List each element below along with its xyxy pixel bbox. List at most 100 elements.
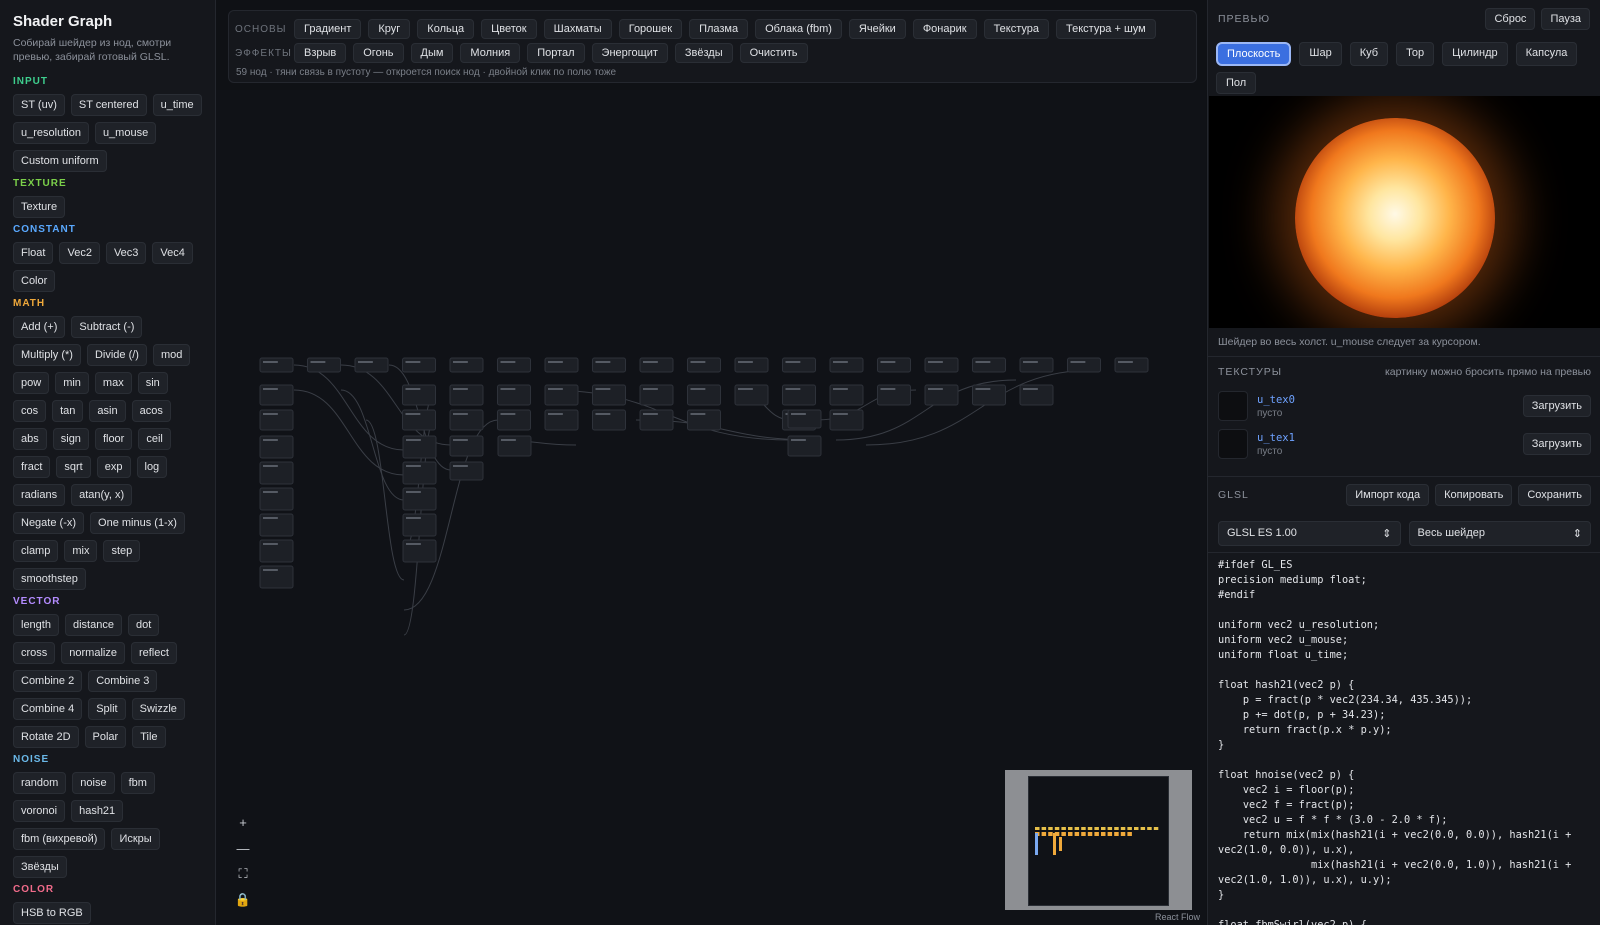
node-chip-multiply[interactable]: Multiply (*) — [13, 344, 81, 366]
node-chip-distance[interactable]: distance — [64, 614, 122, 636]
node-chip-fbm[interactable]: fbm — [120, 772, 155, 794]
node-chip-st-centered[interactable]: ST centered — [70, 94, 147, 116]
zoom-in-button[interactable]: + — [231, 812, 255, 832]
graph-node[interactable] — [592, 357, 626, 373]
graph-node[interactable] — [544, 357, 579, 373]
preset-button[interactable]: Кольца — [417, 19, 475, 39]
import-code-button[interactable]: Импорт кода — [1346, 484, 1430, 506]
graph-node[interactable] — [259, 357, 294, 373]
graph-node[interactable] — [639, 357, 674, 373]
shape-tab[interactable]: Капсула — [1515, 42, 1578, 66]
graph-node[interactable] — [1067, 357, 1101, 373]
node-chip-combine-2[interactable]: Combine 2 — [13, 670, 83, 692]
node-chip-u-mouse[interactable]: u_mouse — [94, 122, 157, 144]
glsl-version-select[interactable]: GLSL ES 1.00 ⇕ — [1218, 521, 1401, 546]
graph-node[interactable] — [354, 357, 389, 373]
upload-button[interactable]: Загрузить — [1522, 433, 1591, 455]
node-chip-max[interactable]: max — [94, 372, 132, 394]
node-chip-asin[interactable]: asin — [89, 400, 126, 422]
node-chip-u-time[interactable]: u_time — [152, 94, 202, 116]
node-chip-cos[interactable]: cos — [13, 400, 47, 422]
effect-button[interactable]: Молния — [460, 43, 521, 63]
texture-thumbnail[interactable] — [1218, 429, 1248, 459]
node-chip-sin[interactable]: sin — [137, 372, 168, 394]
node-chip-divide[interactable]: Divide (/) — [86, 344, 147, 366]
clear-button[interactable]: Очистить — [739, 43, 808, 63]
graph-node[interactable] — [449, 461, 484, 481]
node-chip-noise[interactable]: noise — [72, 772, 115, 794]
node-chip-min[interactable]: min — [55, 372, 89, 394]
shader-preview[interactable] — [1209, 96, 1600, 328]
node-chip-texture[interactable]: Texture — [13, 196, 66, 218]
upload-button[interactable]: Загрузить — [1522, 395, 1591, 417]
glsl-scope-select[interactable]: Весь шейдер ⇕ — [1408, 521, 1591, 546]
graph-node[interactable] — [687, 357, 721, 373]
node-chip-fract[interactable]: fract — [13, 456, 51, 478]
react-flow-attribution[interactable]: React Flow — [1155, 912, 1200, 922]
copy-button[interactable]: Копировать — [1435, 484, 1513, 506]
shape-tab[interactable]: Пол — [1216, 72, 1257, 94]
texture-thumbnail[interactable] — [1218, 391, 1248, 421]
effect-button[interactable]: Портал — [527, 43, 585, 63]
graph-edge[interactable] — [293, 364, 405, 451]
node-chip-acos[interactable]: acos — [131, 400, 171, 422]
node-chip-combine-3[interactable]: Combine 3 — [88, 670, 158, 692]
node-chip-combine-4[interactable]: Combine 4 — [13, 698, 83, 720]
node-chip-st-uv[interactable]: ST (uv) — [13, 94, 65, 116]
node-chip-swizzle[interactable]: Swizzle — [131, 698, 185, 720]
node-chip-pow[interactable]: pow — [13, 372, 50, 394]
node-chip-atan-y-x[interactable]: atan(y, x) — [71, 484, 133, 506]
node-chip-subtract[interactable]: Subtract (-) — [71, 316, 143, 338]
node-chip-hsb-to-rgb[interactable]: HSB to RGB — [13, 902, 91, 924]
effect-button[interactable]: Огонь — [353, 43, 404, 63]
preset-button[interactable]: Ячейки — [848, 19, 906, 39]
node-chip-reflect[interactable]: reflect — [130, 642, 177, 664]
preset-button[interactable]: Горошек — [618, 19, 683, 39]
graph-node[interactable] — [1114, 357, 1149, 373]
graph-node[interactable] — [787, 409, 822, 429]
graph-node[interactable] — [449, 357, 484, 373]
graph-node[interactable] — [734, 357, 769, 373]
node-chip-polar[interactable]: Polar — [84, 726, 127, 748]
preset-button[interactable]: Цветок — [481, 19, 537, 39]
graph-node[interactable] — [782, 357, 816, 373]
effect-button[interactable]: Взрыв — [294, 43, 347, 63]
shape-tab[interactable]: Куб — [1349, 42, 1389, 66]
node-chip-vec4[interactable]: Vec4 — [152, 242, 193, 264]
node-chip-abs[interactable]: abs — [13, 428, 47, 450]
node-chip-normalize[interactable]: normalize — [61, 642, 125, 664]
node-chip-random[interactable]: random — [13, 772, 67, 794]
preset-button[interactable]: Шахматы — [543, 19, 612, 39]
node-chip-rotate-2d[interactable]: Rotate 2D — [13, 726, 79, 748]
node-chip-tile[interactable]: Tile — [132, 726, 166, 748]
glsl-code-view[interactable]: #ifdef GL_ES precision mediump float; #e… — [1208, 552, 1600, 925]
graph-edge[interactable] — [340, 389, 405, 501]
node-chip-fbm-вихревой[interactable]: fbm (вихревой) — [13, 828, 106, 850]
effect-button[interactable]: Дым — [410, 43, 454, 63]
graph-node[interactable] — [972, 357, 1006, 373]
node-chip-sign[interactable]: sign — [52, 428, 89, 450]
glsl-code[interactable]: #ifdef GL_ES precision mediump float; #e… — [1218, 553, 1591, 925]
preset-button[interactable]: Текстура + шум — [1056, 19, 1156, 39]
node-chip-voronoi[interactable]: voronoi — [13, 800, 66, 822]
node-chip-mix[interactable]: mix — [64, 540, 98, 562]
graph-node[interactable] — [877, 357, 911, 373]
effect-button[interactable]: Звёзды — [674, 43, 733, 63]
node-chip-mod[interactable]: mod — [152, 344, 191, 366]
pause-button[interactable]: Пауза — [1541, 8, 1590, 30]
preset-button[interactable]: Плазма — [689, 19, 749, 39]
graph-edge[interactable] — [293, 389, 405, 476]
node-chip-vec3[interactable]: Vec3 — [105, 242, 147, 264]
reset-button[interactable]: Сброс — [1485, 8, 1536, 30]
fit-view-button[interactable]: ⛶ — [231, 864, 255, 884]
node-chip-dot[interactable]: dot — [127, 614, 160, 636]
node-chip-clamp[interactable]: clamp — [13, 540, 59, 562]
node-chip-length[interactable]: length — [13, 614, 59, 636]
preset-button[interactable]: Круг — [368, 19, 411, 39]
node-chip-step[interactable]: step — [103, 540, 141, 562]
node-chip-float[interactable]: Float — [13, 242, 54, 264]
preset-button[interactable]: Текстура — [983, 19, 1049, 39]
node-chip-custom-uniform[interactable]: Custom uniform — [13, 150, 107, 172]
node-chip-ceil[interactable]: ceil — [138, 428, 171, 450]
shape-tab[interactable]: Тор — [1396, 42, 1435, 66]
